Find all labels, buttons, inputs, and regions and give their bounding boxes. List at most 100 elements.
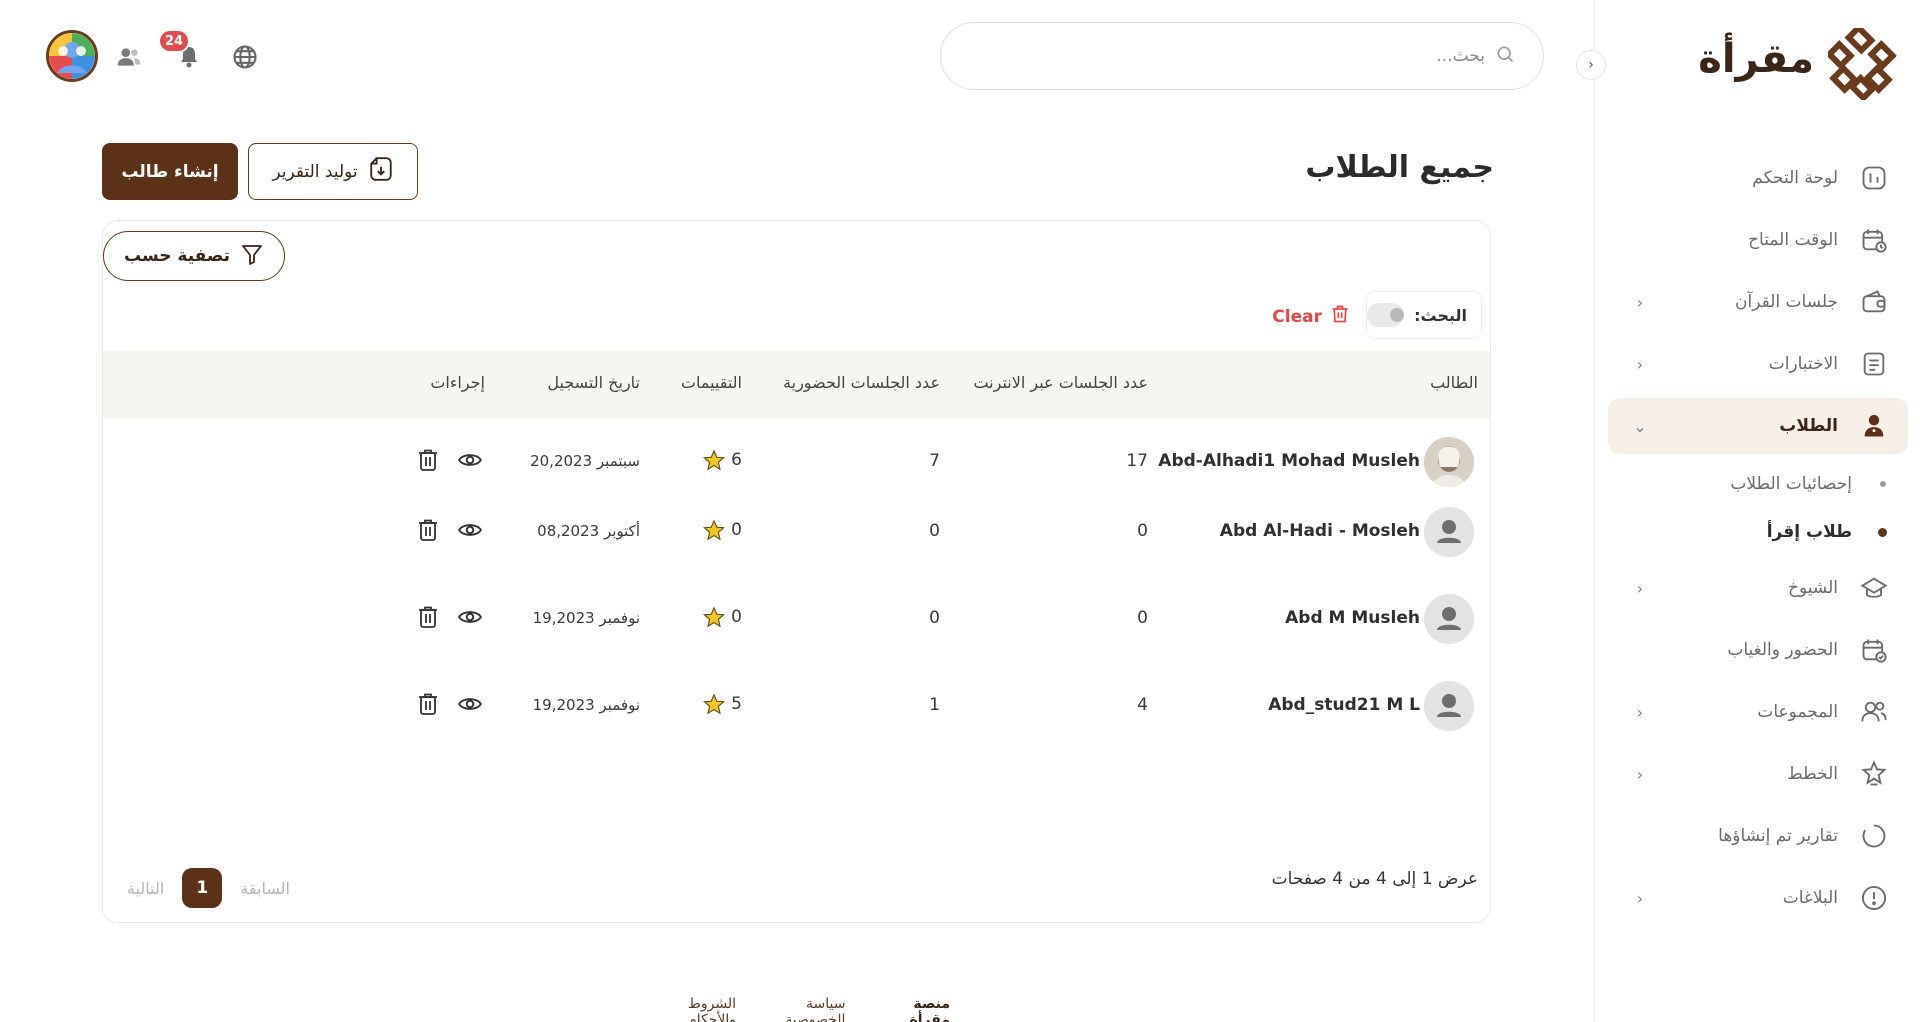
student-icon — [1858, 410, 1890, 442]
sidebar-item-sheikhs[interactable]: الشيوخ ‹ — [1608, 560, 1908, 616]
star-badge-icon — [1858, 758, 1890, 790]
sidebar-item-label: الخطط — [1787, 764, 1838, 784]
online-sessions-count: 0 — [1137, 608, 1148, 628]
trash-icon — [419, 693, 437, 715]
eye-icon — [458, 524, 482, 536]
header-ratings[interactable]: التقييمات — [681, 373, 742, 392]
toggle-switch[interactable] — [1367, 303, 1405, 327]
student-name[interactable]: Abd M Musleh — [1285, 608, 1420, 628]
view-button[interactable] — [455, 515, 485, 545]
table-row: Abd_stud21 M L 4 1 5 نوفمبر 19,2023 — [103, 663, 1490, 750]
star-icon — [703, 606, 726, 628]
header-online-sessions[interactable]: عدد الجلسات عبر الانترنت — [973, 373, 1148, 392]
filter-label: تصفية حسب — [123, 246, 231, 266]
bullet-icon — [1878, 527, 1887, 537]
online-sessions-count: 17 — [1126, 451, 1148, 471]
chevron-left-icon: ‹ — [1636, 578, 1644, 598]
delete-button[interactable] — [413, 445, 443, 475]
students-table-card: تصفية حسب البحث: Clear الطالب عدد الجلسا… — [102, 220, 1491, 923]
table-row: Abd M Musleh 0 0 0 نوفمبر 19,2023 — [103, 576, 1490, 663]
sidebar-item-label: الشيوخ — [1788, 578, 1838, 598]
delete-button[interactable] — [413, 515, 443, 545]
create-student-button[interactable]: إنشاء طالب — [102, 143, 238, 200]
rating: 5 — [703, 693, 742, 715]
eye-icon — [458, 454, 482, 466]
sidebar-item-groups[interactable]: المجموعات ‹ — [1608, 684, 1908, 740]
sidebar-subitem-student-stats[interactable]: إحصائيات الطلاب — [1610, 464, 1890, 504]
star-icon — [703, 693, 726, 715]
registration-date: نوفمبر 19,2023 — [532, 696, 640, 714]
student-avatar — [1424, 594, 1474, 644]
view-button[interactable] — [455, 602, 485, 632]
chevron-left-icon: ‹ — [1636, 354, 1644, 374]
sidebar-item-reports[interactable]: البلاغات ‹ — [1608, 870, 1908, 926]
pagination-info: عرض 1 إلى 4 من 4 صفحات — [1271, 869, 1478, 889]
footer-privacy-link[interactable]: سياسة الخصوصية — [746, 996, 845, 1022]
delete-button[interactable] — [413, 689, 443, 719]
header-attendance-sessions[interactable]: عدد الجلسات الحضورية — [783, 373, 940, 392]
language-button[interactable] — [228, 40, 262, 74]
sidebar-item-students[interactable]: الطلاب ⌄ — [1608, 398, 1908, 454]
sidebar-item-generated-reports[interactable]: تقارير تم إنشاؤها — [1608, 808, 1908, 864]
view-button[interactable] — [455, 689, 485, 719]
generate-report-button[interactable]: توليد التقرير — [248, 143, 418, 200]
search-icon — [1495, 44, 1515, 68]
sidebar-subitem-label: إحصائيات الطلاب — [1730, 474, 1852, 494]
filter-button[interactable]: تصفية حسب — [103, 231, 285, 281]
table-search-toggle[interactable]: البحث: — [1366, 291, 1482, 339]
registration-date: سبتمبر 20,2023 — [530, 452, 640, 470]
calendar-check-icon — [1858, 634, 1890, 666]
sidebar-item-available-time[interactable]: الوقت المتاح — [1608, 212, 1908, 268]
sidebar-item-plans[interactable]: الخطط ‹ — [1608, 746, 1908, 802]
header-registration-date[interactable]: تاريخ التسجيل — [547, 373, 640, 392]
graduation-cap-icon — [1858, 572, 1890, 604]
sidebar: مقرأة لوحة التحكم الوقت المتاح جلسات الق… — [1594, 0, 1920, 1022]
pagination-next[interactable]: التالية — [127, 879, 164, 898]
table-row: Abd Al-Hadi - Mosleh 0 0 0 أكتوبر 08,202… — [103, 489, 1490, 576]
student-name[interactable]: Abd_stud21 M L — [1268, 695, 1420, 715]
filter-icon — [240, 242, 264, 271]
global-search[interactable] — [940, 22, 1544, 90]
student-name[interactable]: Abd Al-Hadi - Mosleh — [1220, 521, 1420, 541]
pagination: السابقة 1 التالية — [127, 868, 290, 908]
header-student[interactable]: الطالب — [1430, 373, 1478, 392]
pagination-previous[interactable]: السابقة — [240, 879, 290, 898]
student-name[interactable]: Abd-Alhadi1 Mohad Musleh — [1158, 451, 1420, 471]
sidebar-item-dashboard[interactable]: لوحة التحكم — [1608, 150, 1908, 206]
sidebar-collapse-button[interactable]: › — [1576, 50, 1606, 80]
notification-count-badge: 24 — [158, 29, 190, 53]
globe-icon — [233, 45, 257, 69]
delete-button[interactable] — [413, 602, 443, 632]
search-input[interactable] — [985, 46, 1485, 66]
pagination-page-current[interactable]: 1 — [182, 868, 223, 908]
user-avatar[interactable] — [46, 30, 98, 82]
online-sessions-count: 4 — [1137, 695, 1148, 715]
view-button[interactable] — [455, 445, 485, 475]
sidebar-item-label: لوحة التحكم — [1752, 168, 1838, 188]
wallet-icon — [1858, 286, 1890, 318]
users-button[interactable] — [112, 40, 146, 74]
sidebar-subitem-label: طلاب إقرأ — [1766, 522, 1852, 542]
student-avatar — [1424, 507, 1474, 557]
sidebar-subitem-iqra-students[interactable]: طلاب إقرأ — [1610, 512, 1890, 552]
clear-button[interactable]: Clear — [1272, 303, 1350, 330]
rating: 0 — [703, 519, 742, 541]
trash-icon — [419, 449, 437, 471]
attendance-sessions-count: 0 — [929, 521, 940, 541]
attendance-sessions-count: 1 — [929, 695, 940, 715]
brand-name: مقرأة — [1698, 36, 1814, 82]
calendar-clock-icon — [1858, 224, 1890, 256]
brand-logo-icon — [1828, 28, 1897, 100]
chevron-right-icon: › — [1588, 57, 1594, 73]
rating-value: 6 — [731, 450, 742, 470]
sidebar-item-quran-sessions[interactable]: جلسات القرآن ‹ — [1608, 274, 1908, 330]
sidebar-item-exams[interactable]: الاختبارات ‹ — [1608, 336, 1908, 392]
sidebar-item-attendance[interactable]: الحضور والغياب — [1608, 622, 1908, 678]
chevron-down-icon: ⌄ — [1633, 416, 1647, 436]
clear-label: Clear — [1272, 306, 1322, 327]
registration-date: أكتوبر 08,2023 — [537, 522, 640, 540]
alert-circle-icon — [1858, 882, 1890, 914]
footer-terms-link[interactable]: الشروط والأحكام — [640, 996, 736, 1022]
trash-icon — [419, 519, 437, 541]
online-sessions-count: 0 — [1137, 521, 1148, 541]
